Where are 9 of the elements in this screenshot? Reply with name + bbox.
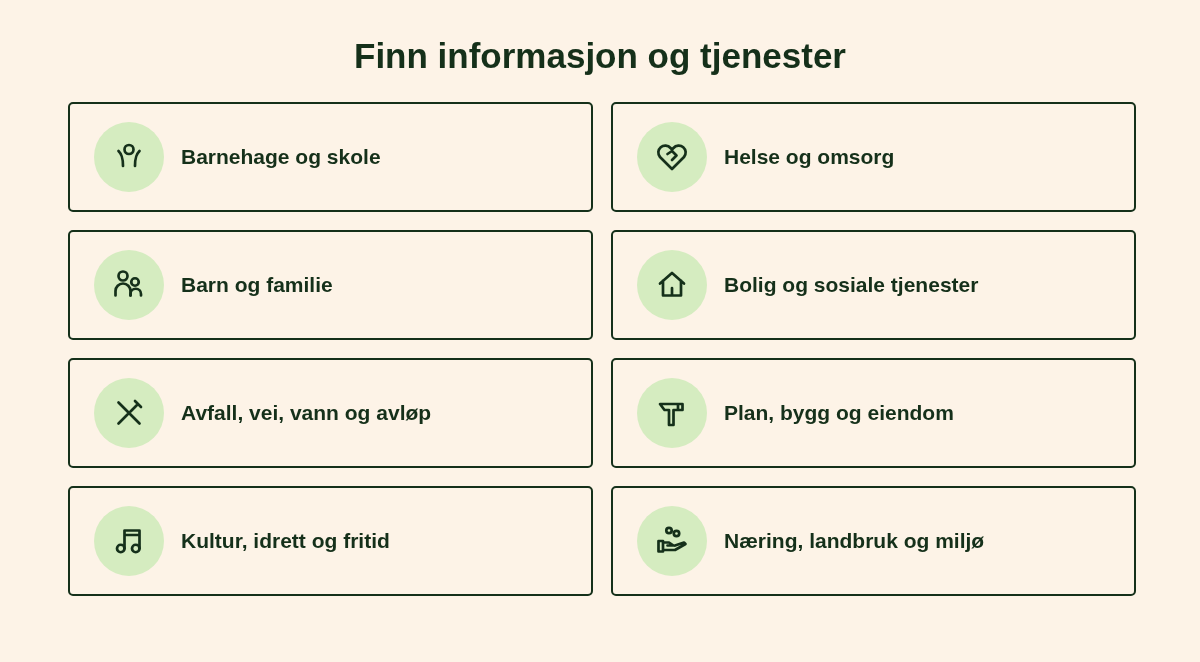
service-card[interactable]: Bolig og sosiale tjenester <box>611 230 1136 340</box>
service-card[interactable]: Barnehage og skole <box>68 102 593 212</box>
service-card[interactable]: Næring, landbruk og miljø <box>611 486 1136 596</box>
page-title: Finn informasjon og tjenester <box>354 35 846 77</box>
service-card[interactable]: Avfall, vei, vann og avløp <box>68 358 593 468</box>
service-card[interactable]: Helse og omsorg <box>611 102 1136 212</box>
service-card[interactable]: Kultur, idrett og fritid <box>68 486 593 596</box>
service-card[interactable]: Plan, bygg og eiendom <box>611 358 1136 468</box>
service-card[interactable]: Barn og familie <box>68 230 593 340</box>
